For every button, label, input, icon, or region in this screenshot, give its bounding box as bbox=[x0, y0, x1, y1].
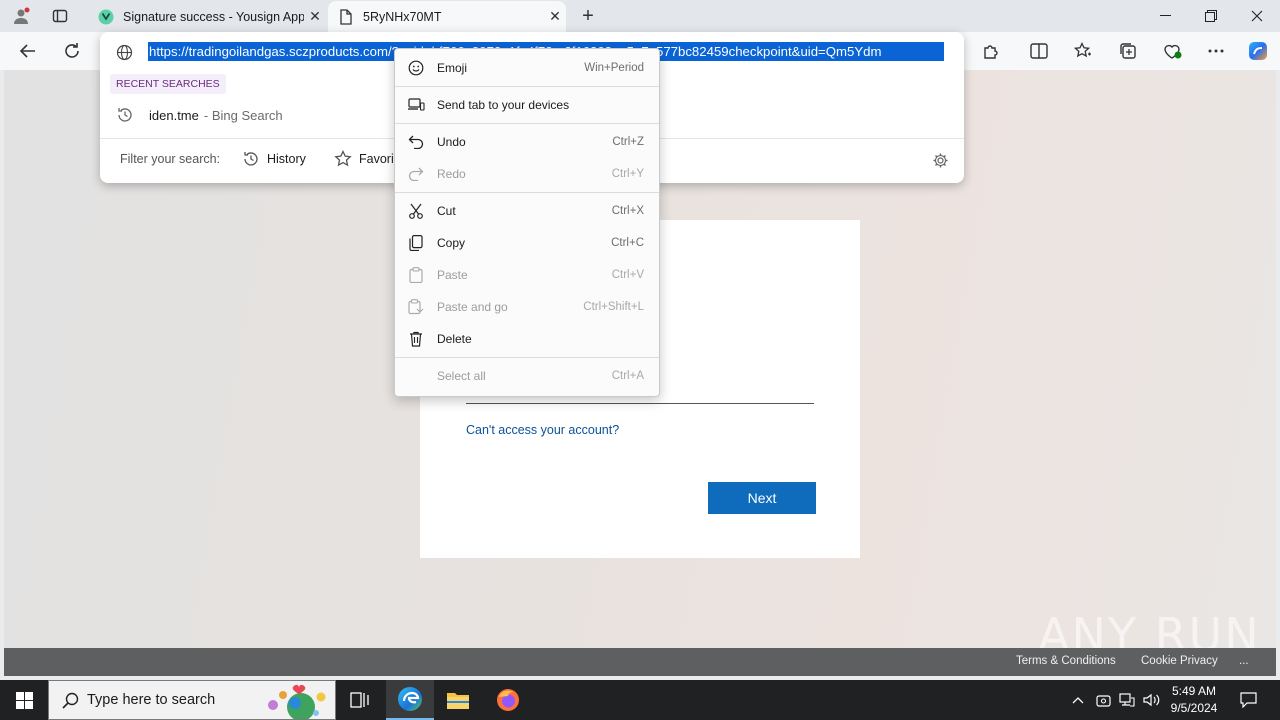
menu-separator bbox=[395, 86, 659, 87]
history-icon bbox=[244, 152, 258, 166]
menu-item-cut[interactable]: Cut Ctrl+X bbox=[395, 196, 659, 226]
tab-yousign[interactable]: Signature success - Yousign App ✕ bbox=[88, 1, 326, 32]
menu-item-delete[interactable]: Delete bbox=[395, 324, 659, 354]
extensions-icon[interactable] bbox=[977, 38, 1005, 64]
windows-start-icon[interactable] bbox=[0, 680, 48, 720]
cookie-privacy-link[interactable]: Cookie Privacy bbox=[1141, 655, 1218, 667]
send-tab-icon bbox=[395, 98, 437, 112]
copilot-icon[interactable] bbox=[1244, 38, 1272, 64]
refresh-icon[interactable] bbox=[58, 38, 86, 64]
recent-searches-label: RECENT SEARCHES bbox=[110, 74, 226, 94]
paste-icon bbox=[395, 267, 437, 283]
menu-item-paste-and-go[interactable]: Paste and go Ctrl+Shift+L bbox=[395, 292, 659, 322]
favorites-icon[interactable] bbox=[1069, 38, 1097, 64]
menu-separator bbox=[395, 192, 659, 193]
edge-taskbar-icon[interactable] bbox=[386, 680, 434, 720]
firefox-icon[interactable] bbox=[484, 680, 532, 720]
menu-item-select-all[interactable]: Select all Ctrl+A bbox=[395, 361, 659, 391]
network-icon[interactable] bbox=[1116, 680, 1138, 720]
task-view-icon[interactable] bbox=[336, 680, 384, 720]
recent-search-query: iden.tme bbox=[149, 107, 199, 123]
globe-icon bbox=[114, 42, 134, 62]
more-menu-icon[interactable] bbox=[1202, 38, 1230, 64]
terms-link[interactable]: Terms & Conditions bbox=[1016, 655, 1116, 667]
taskbar-search-placeholder: Type here to search bbox=[87, 692, 216, 708]
menu-separator bbox=[395, 357, 659, 358]
paste-go-icon bbox=[395, 299, 437, 315]
clock-date: 9/5/2024 bbox=[1170, 701, 1218, 715]
copy-icon bbox=[395, 235, 437, 251]
recent-search-item[interactable]: iden.tme - Bing Search bbox=[116, 104, 283, 126]
page-icon bbox=[338, 8, 354, 25]
split-screen-icon[interactable] bbox=[1025, 38, 1053, 64]
tab-title: 5RyNHx70MT bbox=[363, 9, 442, 24]
notifications-icon[interactable] bbox=[1234, 680, 1262, 720]
recent-search-suffix: - Bing Search bbox=[203, 107, 283, 123]
gear-icon[interactable] bbox=[930, 150, 950, 170]
filter-label: Filter your search: bbox=[120, 152, 221, 166]
new-tab-button[interactable]: + bbox=[576, 5, 600, 27]
meet-now-icon[interactable] bbox=[1093, 680, 1113, 720]
show-hidden-icons-icon[interactable] bbox=[1068, 680, 1088, 720]
clock-time: 5:49 AM bbox=[1171, 684, 1217, 698]
history-icon bbox=[116, 106, 134, 124]
taskbar-clock[interactable]: 5:49 AM 9/5/2024 bbox=[1166, 683, 1222, 717]
star-icon bbox=[334, 150, 352, 167]
redo-icon bbox=[395, 167, 437, 181]
filter-history-label: History bbox=[267, 152, 306, 166]
menu-item-send-tab[interactable]: Send tab to your devices bbox=[395, 90, 659, 120]
menu-item-redo[interactable]: Redo Ctrl+Y bbox=[395, 159, 659, 189]
search-highlight-icon bbox=[261, 683, 331, 720]
emoji-icon bbox=[395, 60, 437, 76]
menu-item-undo[interactable]: Undo Ctrl+Z bbox=[395, 127, 659, 157]
profile-icon[interactable] bbox=[8, 4, 34, 28]
delete-icon bbox=[395, 331, 437, 347]
menu-item-copy[interactable]: Copy Ctrl+C bbox=[395, 228, 659, 258]
menu-item-paste[interactable]: Paste Ctrl+V bbox=[395, 260, 659, 290]
tab-active[interactable]: 5RyNHx70MT ✕ bbox=[328, 1, 566, 32]
yousign-icon bbox=[98, 9, 114, 25]
next-button[interactable]: Next bbox=[708, 482, 816, 514]
context-menu: Emoji Win+Period Send tab to your device… bbox=[394, 48, 660, 397]
close-tab-icon[interactable]: ✕ bbox=[544, 8, 566, 25]
menu-item-emoji[interactable]: Emoji Win+Period bbox=[395, 53, 659, 83]
minimize-button[interactable] bbox=[1142, 0, 1188, 32]
volume-icon[interactable] bbox=[1140, 680, 1162, 720]
tab-title: Signature success - Yousign App bbox=[123, 9, 304, 24]
tab-actions-icon[interactable] bbox=[47, 4, 73, 28]
cut-icon bbox=[395, 203, 437, 219]
filter-history-chip[interactable]: History bbox=[242, 150, 306, 168]
taskbar-search-box[interactable]: Type here to search bbox=[48, 680, 336, 720]
file-explorer-icon[interactable] bbox=[434, 680, 482, 720]
menu-separator bbox=[395, 123, 659, 124]
page-footer: Terms & Conditions Cookie Privacy ... bbox=[4, 648, 1276, 676]
back-icon[interactable] bbox=[14, 38, 42, 64]
input-underline[interactable] bbox=[466, 403, 814, 404]
collections-icon[interactable] bbox=[1114, 38, 1142, 64]
browser-essentials-icon[interactable] bbox=[1158, 38, 1186, 64]
search-icon bbox=[62, 692, 79, 709]
close-tab-icon[interactable]: ✕ bbox=[304, 8, 326, 25]
restore-button[interactable] bbox=[1188, 0, 1234, 32]
windows-taskbar: Type here to search 5:49 AM 9/5/2024 bbox=[0, 680, 1280, 720]
footer-more-link[interactable]: ... bbox=[1239, 655, 1249, 667]
tab-strip: Signature success - Yousign App ✕ 5RyNHx… bbox=[0, 0, 1280, 32]
cant-access-link[interactable]: Can't access your account? bbox=[466, 423, 619, 437]
undo-icon bbox=[395, 135, 437, 149]
close-window-button[interactable] bbox=[1234, 0, 1280, 32]
